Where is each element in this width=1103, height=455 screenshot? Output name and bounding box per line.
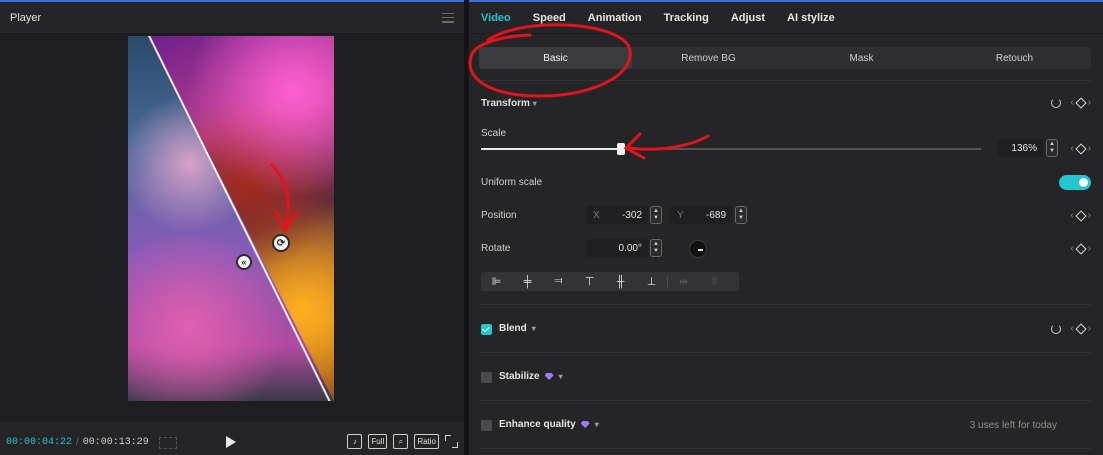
player-panel: Player ⟳ « 00:00:04:22 / 00:00:13:29 ♪ F…	[0, 0, 464, 455]
stabilize-checkbox[interactable]	[481, 372, 492, 383]
transform-keyframe-controls: ‹ ›	[1051, 96, 1091, 109]
align-right-icon[interactable]: ⫤	[543, 272, 574, 291]
tiktok-icon[interactable]: ♪	[347, 434, 363, 449]
blend-keyframe-controls: ‹ ›	[1051, 322, 1091, 335]
rotate-label: Rotate	[481, 243, 511, 254]
enhance-quality-label[interactable]: Enhance quality ▾	[499, 419, 599, 430]
rotate-dial[interactable]	[689, 240, 707, 258]
video-canvas[interactable]: ⟳ «	[0, 34, 464, 422]
scale-slider-fill	[481, 148, 621, 150]
reset-icon[interactable]	[1051, 323, 1062, 334]
subtab-bar: Basic Remove BG Mask Retouch	[479, 47, 1091, 69]
rotate-input[interactable]: 0.00°	[586, 239, 648, 257]
blend-label[interactable]: Blend ▾	[499, 323, 536, 334]
fullscreen-icon[interactable]	[445, 435, 458, 448]
uses-left-text: 3 uses left for today	[969, 420, 1057, 431]
frame-icon[interactable]	[158, 436, 177, 449]
scale-stepper[interactable]: ▲ ▼	[1046, 139, 1058, 157]
subtab-retouch[interactable]: Retouch	[938, 47, 1091, 69]
scale-keyframe-controls: ‹ ›	[1070, 142, 1091, 155]
tab-tracking[interactable]: Tracking	[664, 12, 709, 24]
align-bottom-icon[interactable]: ⊥	[636, 272, 667, 291]
next-keyframe-icon[interactable]: ›	[1088, 97, 1091, 108]
subtab-remove-bg[interactable]: Remove BG	[632, 47, 785, 69]
total-time: 00:00:13:29	[82, 437, 149, 448]
align-left-icon[interactable]: ⊫	[481, 272, 512, 291]
divider	[479, 352, 1091, 353]
position-y-input[interactable]: Y -689	[670, 206, 732, 224]
scale-slider-thumb[interactable]	[617, 143, 625, 155]
scale-input[interactable]: 136%	[997, 139, 1043, 157]
divider	[479, 80, 1091, 81]
player-title: Player	[10, 11, 42, 24]
blend-checkbox[interactable]	[481, 324, 492, 335]
align-center-h-icon[interactable]: ╪	[512, 272, 543, 291]
next-keyframe-icon[interactable]: ›	[1088, 210, 1091, 221]
distribute-v-icon[interactable]: ⇳	[699, 272, 730, 291]
tab-speed[interactable]: Speed	[533, 12, 566, 24]
tab-adjust[interactable]: Adjust	[731, 12, 765, 24]
subtab-basic[interactable]: Basic	[479, 47, 632, 69]
position-x-input[interactable]: X -302	[586, 206, 648, 224]
rotate-handle-icon[interactable]: ⟳	[272, 234, 290, 252]
play-button[interactable]	[226, 436, 236, 448]
uniform-scale-label: Uniform scale	[481, 177, 543, 188]
player-header: Player	[0, 0, 464, 34]
next-keyframe-icon[interactable]: ›	[1088, 323, 1091, 334]
video-preview[interactable]: ⟳ «	[128, 36, 334, 401]
divider	[479, 400, 1091, 401]
tab-animation[interactable]: Animation	[588, 12, 642, 24]
divider	[479, 304, 1091, 305]
uniform-scale-toggle[interactable]	[1059, 175, 1091, 190]
distribute-h-icon[interactable]: ⇹	[668, 272, 699, 291]
subtab-mask[interactable]: Mask	[785, 47, 938, 69]
keyframe-icon[interactable]	[1074, 209, 1087, 222]
current-time: 00:00:04:22	[6, 437, 73, 448]
feather-handle-icon[interactable]: «	[236, 254, 252, 270]
keyframe-icon[interactable]	[1074, 322, 1087, 335]
align-top-icon[interactable]: ⊤	[574, 272, 605, 291]
full-button[interactable]: Full	[368, 434, 388, 449]
next-keyframe-icon[interactable]: ›	[1088, 243, 1091, 254]
keyframe-icon[interactable]	[1074, 96, 1087, 109]
prev-keyframe-icon[interactable]: ‹	[1070, 323, 1073, 334]
alignment-toolbar: ⊫ ╪ ⫤ ⊤ ╫ ⊥ ⇹ ⇳	[481, 272, 739, 291]
rotate-keyframe-controls: ‹ ›	[1070, 242, 1091, 255]
prev-keyframe-icon[interactable]: ‹	[1070, 243, 1073, 254]
ratio-button[interactable]: Ratio	[414, 434, 439, 449]
keyframe-icon[interactable]	[1074, 142, 1087, 155]
prev-keyframe-icon[interactable]: ‹	[1070, 97, 1073, 108]
time-separator: /	[76, 437, 79, 448]
stabilize-label[interactable]: Stabilize ▾	[499, 371, 563, 382]
scale-slider[interactable]	[481, 143, 981, 155]
prev-keyframe-icon[interactable]: ‹	[1070, 143, 1073, 154]
next-keyframe-icon[interactable]: ›	[1088, 143, 1091, 154]
divider	[479, 448, 1091, 449]
reset-icon[interactable]	[1051, 97, 1062, 108]
rotate-stepper[interactable]: ▲ ▼	[650, 239, 662, 257]
position-label: Position	[481, 210, 517, 221]
menu-icon[interactable]	[442, 12, 454, 23]
inspector-tabs: Video Speed Animation Tracking Adjust AI…	[469, 2, 1103, 34]
tab-ai-stylize[interactable]: AI stylize	[787, 12, 835, 24]
zoom-fit-icon[interactable]: ⌕	[393, 434, 409, 449]
inspector-panel: Video Speed Animation Tracking Adjust AI…	[469, 0, 1103, 455]
align-center-v-icon[interactable]: ╫	[605, 272, 636, 291]
position-keyframe-controls: ‹ ›	[1070, 209, 1091, 222]
tab-video[interactable]: Video	[481, 12, 511, 24]
pro-gem-icon	[544, 373, 554, 380]
position-x-stepper[interactable]: ▲ ▼	[650, 206, 662, 224]
enhance-quality-checkbox[interactable]	[481, 420, 492, 431]
prev-keyframe-icon[interactable]: ‹	[1070, 210, 1073, 221]
player-footer: 00:00:04:22 / 00:00:13:29 ♪ Full ⌕ Ratio	[0, 430, 464, 455]
keyframe-icon[interactable]	[1074, 242, 1087, 255]
position-y-stepper[interactable]: ▲ ▼	[735, 206, 747, 224]
scale-label: Scale	[481, 128, 507, 139]
pro-gem-icon	[580, 421, 590, 428]
transform-title[interactable]: Transform ▾	[481, 98, 537, 109]
